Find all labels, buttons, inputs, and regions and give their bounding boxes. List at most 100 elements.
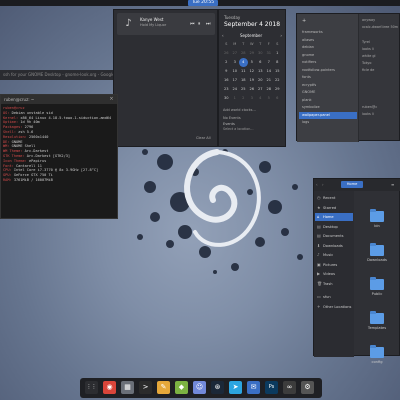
chrome-icon[interactable]: ◉: [103, 381, 116, 394]
settings-item[interactable]: wallpaper-panel: [299, 111, 357, 119]
calendar-day[interactable]: 17: [231, 76, 240, 85]
telegram-icon[interactable]: ➤: [229, 381, 242, 394]
calendar-day[interactable]: 12: [248, 67, 257, 76]
menu-icon[interactable]: ≡: [391, 182, 394, 187]
close-icon[interactable]: ×: [108, 96, 115, 103]
add-icon[interactable]: +: [302, 18, 306, 24]
folder-item[interactable]: config: [362, 345, 392, 371]
sidebar-item-documents[interactable]: ▤ Documents: [315, 232, 353, 240]
settings-item[interactable]: GNOME: [299, 89, 357, 96]
steam-icon[interactable]: ⊛: [211, 381, 224, 394]
settings-item[interactable]: fonts: [299, 74, 357, 81]
browser-window-title[interactable]: ssh for your GNOME Desktop - gnome-look.…: [0, 70, 118, 80]
calendar-day[interactable]: 6: [273, 94, 282, 103]
settings-item[interactable]: frameworks: [299, 29, 357, 36]
android-icon[interactable]: ◆: [175, 381, 188, 394]
path-bar-home[interactable]: Home: [341, 181, 363, 188]
settings-item[interactable]: symbolize: [299, 104, 357, 111]
calendar-day[interactable]: 29: [248, 49, 257, 58]
calendar-day[interactable]: 16: [222, 76, 231, 85]
settings-item[interactable]: plank: [299, 97, 357, 104]
previous-track-icon[interactable]: ⏮: [190, 21, 195, 27]
folder-item[interactable]: Downloads: [362, 243, 392, 269]
calendar-day[interactable]: 1: [231, 94, 240, 103]
sidebar-item-downloads[interactable]: ⬇ Downloads: [315, 242, 353, 250]
forward-icon[interactable]: ›: [322, 182, 324, 187]
calendar-day[interactable]: 2: [239, 94, 248, 103]
calendar-day[interactable]: 23: [222, 85, 231, 94]
calendar-day[interactable]: 5: [248, 58, 257, 67]
settings-item[interactable]: aliases: [299, 37, 357, 44]
calendar-day[interactable]: 26: [222, 49, 231, 58]
folder-item[interactable]: bin: [362, 209, 392, 235]
settings-item[interactable]: logs: [299, 119, 357, 126]
calendar-day[interactable]: 3: [248, 94, 257, 103]
terminal-icon[interactable]: >: [139, 381, 152, 394]
calendar-day[interactable]: 27: [256, 85, 265, 94]
calendar-day[interactable]: 2: [222, 58, 231, 67]
calendar-day[interactable]: 29: [273, 85, 282, 94]
calendar-day[interactable]: 24: [231, 85, 240, 94]
calendar-day[interactable]: 19: [248, 76, 257, 85]
file-manager-window[interactable]: ‹ › Home ≡ ◷ Recent ★ Starred ⌂ Home ▤ Desktop ▤…: [313, 178, 400, 364]
sidebar-item-music[interactable]: ♪ Music: [315, 251, 353, 259]
calendar-day[interactable]: 30: [256, 49, 265, 58]
calendar-day[interactable]: 4: [239, 58, 248, 67]
clock-button[interactable]: Tue 20:55: [188, 0, 219, 6]
calendar-day[interactable]: 22: [273, 76, 282, 85]
calendar-day[interactable]: 30: [222, 94, 231, 103]
settings-item[interactable]: debian: [299, 44, 357, 51]
settings-item[interactable]: rootfollow-pointers: [299, 67, 357, 74]
clear-all-button[interactable]: Clear All: [196, 136, 211, 140]
editor-icon[interactable]: ✎: [157, 381, 170, 394]
sidebar-item-home[interactable]: ⌂ Home: [315, 213, 353, 221]
calendar-day[interactable]: 7: [265, 58, 274, 67]
calendar-day[interactable]: 28: [239, 49, 248, 58]
sidebar-item-trash[interactable]: 🗑 Trash: [315, 280, 353, 288]
calendar-day[interactable]: 5: [265, 94, 274, 103]
calendar-day[interactable]: 25: [239, 85, 248, 94]
extension-icon[interactable]: ∞: [283, 381, 296, 394]
calendar-day[interactable]: 6: [256, 58, 265, 67]
sidebar-item-recent[interactable]: ◷ Recent: [315, 194, 353, 202]
calendar-day[interactable]: 9: [222, 67, 231, 76]
settings-item[interactable]: ecryptfs: [299, 82, 357, 89]
next-track-icon[interactable]: ⏭: [206, 21, 211, 27]
pause-icon[interactable]: ⏸: [198, 21, 201, 27]
files-icon[interactable]: ▦: [121, 381, 134, 394]
sidebar-item-sfun[interactable]: ▭ sfun: [315, 293, 353, 301]
calendar-day[interactable]: 1: [273, 49, 282, 58]
calendar-day[interactable]: 14: [265, 67, 274, 76]
sidebar-item-pictures[interactable]: ▣ Pictures: [315, 261, 353, 269]
settings-item[interactable]: gnome: [299, 52, 357, 59]
settings-icon[interactable]: ⚙: [301, 381, 314, 394]
calendar-day[interactable]: 31: [265, 49, 274, 58]
folder-item[interactable]: Public: [362, 277, 392, 303]
settings-window[interactable]: + frameworks aliases debian gnome notifiers ro…: [296, 13, 400, 142]
calendar-day[interactable]: 27: [231, 49, 240, 58]
folder-item[interactable]: Templates: [362, 311, 392, 337]
apps-grid-icon[interactable]: ⋮⋮: [85, 381, 98, 394]
calendar-day[interactable]: 26: [248, 85, 257, 94]
terminal-titlebar[interactable]: ruben@cruz: ~: [1, 95, 117, 104]
sidebar-item-other-locations[interactable]: + Other Locations: [315, 303, 353, 311]
calendar-day[interactable]: 20: [256, 76, 265, 85]
calendar-day[interactable]: 21: [265, 76, 274, 85]
back-icon[interactable]: ‹: [316, 182, 318, 187]
terminal-window[interactable]: ruben@cruz: ~ × ruben@cruz OS: Debian uns…: [0, 94, 118, 219]
chevron-left-icon[interactable]: ‹: [222, 33, 224, 38]
calendar-day[interactable]: 8: [273, 58, 282, 67]
discord-icon[interactable]: ☺: [193, 381, 206, 394]
select-location-link[interactable]: Select a location...: [223, 127, 254, 131]
calendar-day[interactable]: 10: [231, 67, 240, 76]
calendar-day[interactable]: 4: [256, 94, 265, 103]
sidebar-item-starred[interactable]: ★ Starred: [315, 204, 353, 212]
world-clocks-link[interactable]: Add world clocks...: [223, 108, 256, 112]
calendar-day[interactable]: 3: [231, 58, 240, 67]
chevron-right-icon[interactable]: ›: [280, 33, 282, 38]
photoshop-icon[interactable]: Ps: [265, 381, 278, 394]
calendar-day[interactable]: 15: [273, 67, 282, 76]
sidebar-item-desktop[interactable]: ▤ Desktop: [315, 223, 353, 231]
calendar-day[interactable]: 13: [256, 67, 265, 76]
settings-item[interactable]: notifiers: [299, 59, 357, 66]
